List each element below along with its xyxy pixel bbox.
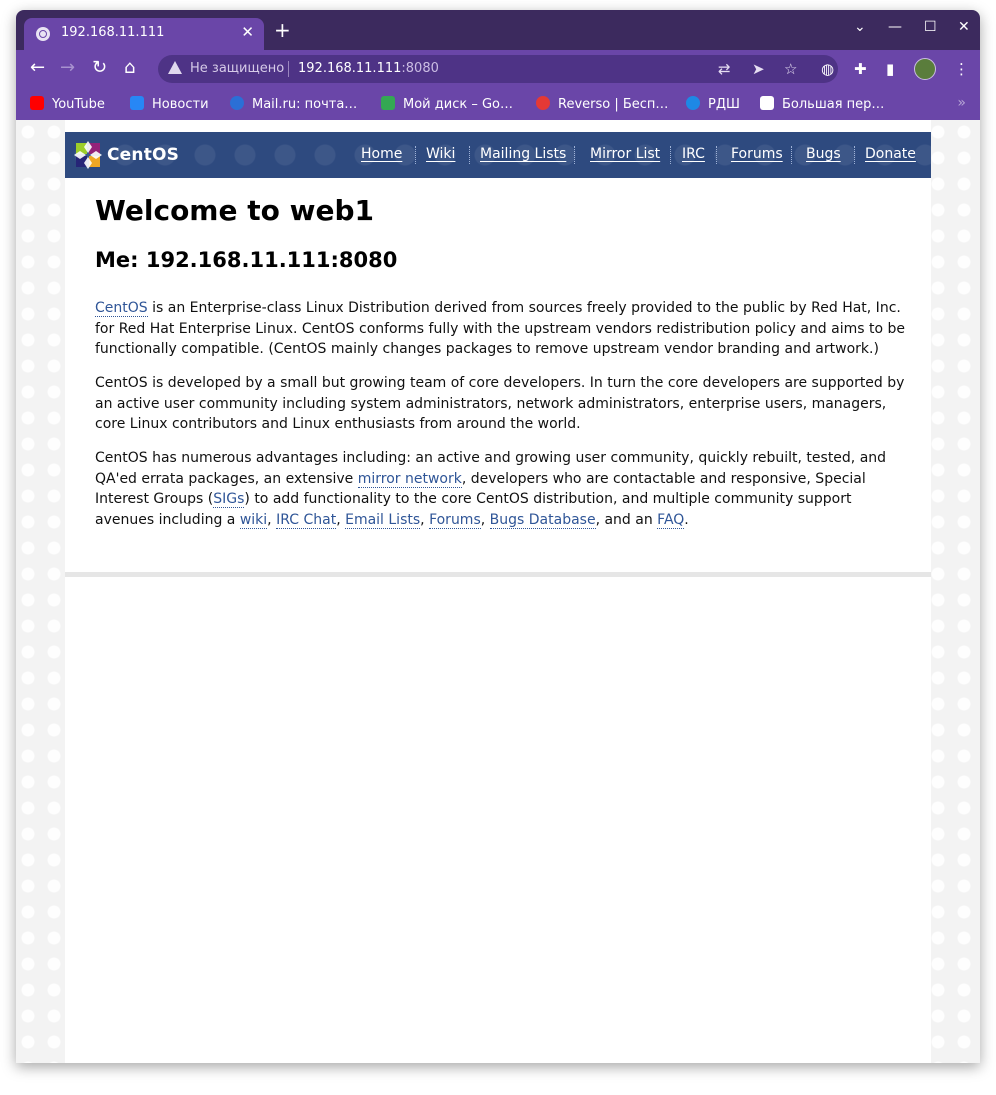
intro-paragraph: CentOS is an Enterprise-class Linux Dist… bbox=[95, 298, 905, 360]
send-icon[interactable]: ➤ bbox=[752, 60, 765, 78]
tab-search-chevron-icon[interactable]: ⌄ bbox=[854, 19, 866, 35]
centos-link[interactable]: CentOS bbox=[95, 300, 148, 317]
bookmark-google-drive[interactable]: Мой диск – Go… bbox=[381, 96, 513, 112]
globe-icon[interactable]: ◍ bbox=[821, 60, 834, 78]
wiki-link[interactable]: wiki bbox=[239, 511, 268, 529]
forums-link[interactable]: Forums bbox=[429, 511, 481, 529]
browser-tab[interactable]: 192.168.11.111 ✕ bbox=[24, 18, 264, 50]
bookmark-label: Мой диск – Go… bbox=[403, 97, 513, 112]
menu-separator bbox=[854, 146, 855, 164]
reload-button[interactable]: ↻ bbox=[92, 58, 107, 78]
bookmark-label: Mail.ru: почта… bbox=[252, 97, 358, 112]
youtube-icon bbox=[30, 96, 44, 110]
menu-mailing-lists[interactable]: Mailing Lists bbox=[480, 146, 566, 162]
logo-text[interactable]: CentOS bbox=[107, 145, 179, 165]
browser-window: 192.168.11.111 ✕ + ⌄ — ☐ ✕ ← → ↻ ⌂ Не за… bbox=[16, 10, 980, 1063]
bookmark-rdsh[interactable]: РДШ bbox=[686, 96, 740, 112]
sidepanel-icon[interactable]: ▮ bbox=[886, 60, 894, 78]
advantages-text: . bbox=[684, 511, 689, 528]
star-icon[interactable]: ☆ bbox=[784, 60, 797, 78]
menu-separator bbox=[469, 146, 470, 164]
bookmark-novosti[interactable]: Новости bbox=[130, 96, 209, 112]
bookmark-label: YouTube bbox=[52, 97, 105, 112]
browser-toolbar: ← → ↻ ⌂ Не защищено 192.168.11.111:8080 … bbox=[16, 50, 980, 88]
google-drive-icon bbox=[381, 96, 395, 110]
bookmarks-overflow-icon[interactable]: » bbox=[957, 95, 966, 111]
home-button[interactable]: ⌂ bbox=[124, 58, 135, 78]
bugs-database-link[interactable]: Bugs Database bbox=[489, 511, 596, 529]
translate-icon[interactable]: ⇄ bbox=[718, 60, 731, 78]
url-text[interactable]: 192.168.11.111:8080 bbox=[298, 61, 439, 76]
advantages-text: , bbox=[480, 511, 490, 528]
menu-irc[interactable]: IRC bbox=[682, 146, 705, 162]
security-label[interactable]: Не защищено bbox=[190, 61, 284, 76]
menu-separator bbox=[415, 146, 416, 164]
advantages-text: , bbox=[420, 511, 430, 528]
intro-text: is an Enterprise-class Linux Distributio… bbox=[95, 300, 906, 357]
bookmark-label: Новости bbox=[152, 97, 209, 112]
url-port: :8080 bbox=[401, 61, 439, 76]
tab-close-icon[interactable]: ✕ bbox=[241, 23, 254, 41]
bookmark-reverso[interactable]: Reverso | Бесп… bbox=[536, 96, 668, 112]
site-header: CentOS Home Wiki Mailing Lists Mirror Li… bbox=[65, 132, 931, 178]
advantages-text: , bbox=[336, 511, 346, 528]
close-window-button[interactable]: ✕ bbox=[958, 19, 970, 35]
address-divider bbox=[288, 61, 289, 77]
page-icon bbox=[760, 96, 774, 110]
bookmark-label: РДШ bbox=[708, 97, 740, 112]
back-button[interactable]: ← bbox=[30, 58, 45, 78]
centos-logo-icon[interactable] bbox=[73, 140, 103, 170]
faq-link[interactable]: FAQ bbox=[657, 511, 685, 529]
bookmark-label: Reverso | Бесп… bbox=[558, 97, 669, 112]
menu-separator bbox=[670, 146, 671, 164]
maximize-button[interactable]: ☐ bbox=[924, 19, 937, 35]
url-host: 192.168.11.111 bbox=[298, 61, 402, 76]
new-tab-button[interactable]: + bbox=[274, 20, 291, 40]
bookmark-mailru[interactable]: Mail.ru: почта… bbox=[230, 96, 357, 112]
page-subheading: Me: 192.168.11.111:8080 bbox=[95, 248, 398, 272]
vk-icon bbox=[130, 96, 144, 110]
menu-bugs[interactable]: Bugs bbox=[806, 146, 841, 162]
sigs-link[interactable]: SIGs bbox=[213, 491, 245, 508]
page-viewport: CentOS Home Wiki Mailing Lists Mirror Li… bbox=[16, 120, 980, 1063]
menu-forums[interactable]: Forums bbox=[731, 146, 783, 162]
address-bar[interactable]: Не защищено 192.168.11.111:8080 ⇄ ➤ ☆ bbox=[158, 55, 838, 83]
menu-donate[interactable]: Donate bbox=[865, 146, 916, 162]
irc-chat-link[interactable]: IRC Chat bbox=[276, 511, 337, 529]
menu-home[interactable]: Home bbox=[361, 146, 402, 162]
advantages-text: , bbox=[267, 511, 277, 528]
footer-divider bbox=[65, 572, 931, 577]
tab-strip: 192.168.11.111 ✕ + ⌄ — ☐ ✕ bbox=[16, 10, 980, 50]
kebab-menu-icon[interactable]: ⋮ bbox=[954, 60, 969, 78]
tab-title: 192.168.11.111 bbox=[61, 25, 165, 40]
puzzle-icon[interactable]: ✚ bbox=[854, 60, 867, 78]
menu-mirror-list[interactable]: Mirror List bbox=[590, 146, 660, 162]
advantages-text: , and an bbox=[595, 511, 658, 528]
warning-icon[interactable] bbox=[168, 61, 182, 74]
menu-separator bbox=[716, 146, 717, 164]
mirror-network-link[interactable]: mirror network bbox=[357, 470, 462, 488]
bookmark-youtube[interactable]: YouTube bbox=[30, 96, 105, 112]
globe-favicon-icon bbox=[36, 27, 50, 41]
team-paragraph: CentOS is developed by a small but growi… bbox=[95, 375, 905, 432]
profile-avatar[interactable] bbox=[914, 58, 936, 80]
forward-button[interactable]: → bbox=[60, 58, 75, 78]
reverso-icon bbox=[536, 96, 550, 110]
menu-separator bbox=[574, 146, 575, 164]
bookmark-label: Большая пер… bbox=[782, 97, 885, 112]
page-content: CentOS Home Wiki Mailing Lists Mirror Li… bbox=[65, 120, 931, 1063]
bookmark-bolshaya[interactable]: Большая пер… bbox=[760, 96, 884, 112]
menu-wiki[interactable]: Wiki bbox=[426, 146, 455, 162]
mailru-icon bbox=[230, 96, 244, 110]
page-heading: Welcome to web1 bbox=[95, 194, 374, 227]
minimize-button[interactable]: — bbox=[888, 19, 902, 35]
email-lists-link[interactable]: Email Lists bbox=[345, 511, 421, 529]
bookmarks-bar: YouTube Новости Mail.ru: почта… Мой диск… bbox=[16, 88, 980, 120]
advantages-paragraph: CentOS has numerous advantages including… bbox=[95, 448, 905, 530]
rdsh-icon bbox=[686, 96, 700, 110]
menu-separator bbox=[791, 146, 792, 164]
